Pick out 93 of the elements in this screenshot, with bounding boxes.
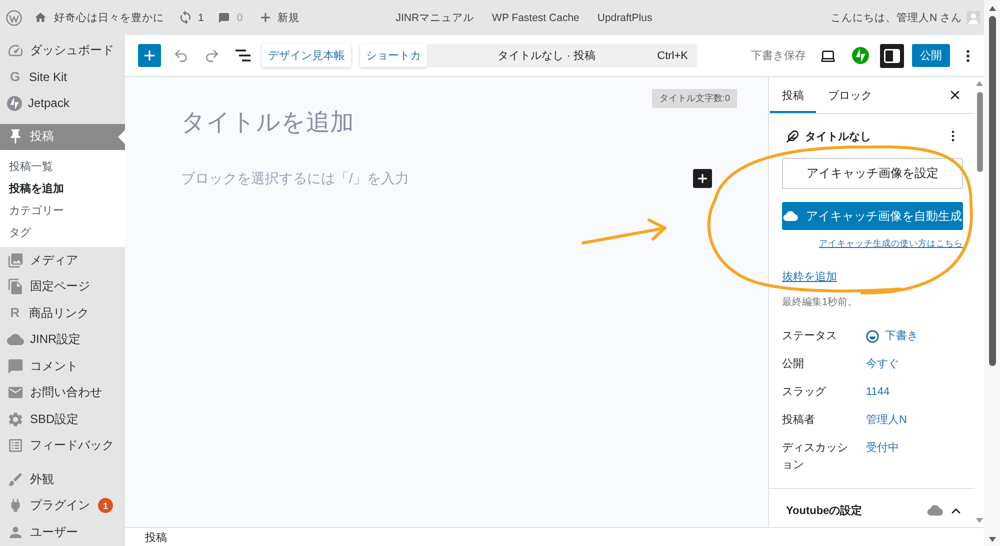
breadcrumb[interactable]: 投稿	[145, 530, 167, 544]
field-label: ディスカッション	[782, 441, 849, 473]
toolbar-button[interactable]: ショートカ	[360, 44, 427, 67]
status-icon	[866, 330, 879, 343]
bolt-circle-icon	[7, 96, 22, 111]
avatar-icon	[967, 11, 980, 24]
sidebar-item[interactable]: SBD設定	[0, 406, 125, 432]
scroll-down-icon[interactable]	[976, 518, 983, 523]
home-icon	[34, 11, 47, 24]
bolt-circle-icon[interactable]	[852, 47, 868, 64]
set-featured-image-button[interactable]: アイキャッチ画像を設定	[782, 158, 963, 189]
field-label: ステータス	[782, 329, 838, 344]
post-title: タイトルなし	[805, 130, 871, 144]
field-value-link[interactable]: 管理人N	[866, 412, 907, 429]
sidebar-item[interactable]: R 商品リンク	[0, 300, 125, 326]
sidebar-item[interactable]: フィードバック	[0, 432, 125, 459]
submenu-item[interactable]: タグ	[0, 221, 125, 243]
block-input-field[interactable]: ブロックを選択するには「/」を入力	[181, 168, 683, 188]
sidebar-item[interactable]: コメント	[0, 353, 125, 380]
logo-icon[interactable]	[6, 10, 22, 26]
admin-bar-link[interactable]: WP Fastest Cache	[492, 10, 580, 24]
cloud-icon	[927, 505, 943, 517]
feather-icon	[786, 130, 799, 142]
field-value-link[interactable]: 下書き	[866, 328, 918, 345]
field-label: 公開	[782, 357, 805, 372]
brush-icon	[7, 470, 24, 488]
submenu-item[interactable]: カテゴリー	[0, 199, 125, 221]
redo-icon[interactable]	[204, 48, 220, 64]
field-value-link[interactable]: 1144	[866, 384, 890, 401]
cloud-icon	[783, 210, 798, 222]
scroll-up-icon[interactable]	[988, 6, 996, 11]
add-block-button[interactable]	[693, 168, 712, 188]
submenu-item[interactable]: 投稿を追加	[0, 177, 125, 199]
plus-icon	[142, 48, 157, 63]
sidebar-item[interactable]: G Site Kit	[0, 64, 125, 90]
toolbar-button[interactable]: デザイン見本帳	[262, 44, 351, 67]
field-value-link[interactable]: 受付中	[866, 440, 899, 457]
laptop-icon[interactable]	[820, 48, 836, 64]
command-bar[interactable]: タイトルなし · 投稿 Ctrl+K	[427, 44, 697, 67]
account-link[interactable]: こんにちは、管理人N さん	[830, 10, 980, 24]
inserter-button[interactable]	[138, 44, 161, 67]
letter-icon: R	[7, 305, 23, 322]
update-count: 1	[98, 498, 113, 514]
sidebar-item[interactable]: お問い合わせ	[0, 380, 125, 406]
sidebar-item[interactable]: Jetpack	[0, 90, 125, 116]
plus-icon	[696, 172, 709, 184]
submenu-item[interactable]: 投稿一覧	[0, 155, 125, 177]
sidebar-item[interactable]: メディア	[0, 247, 125, 274]
sidebar-item[interactable]: ユーザー	[0, 519, 125, 546]
excerpt-link[interactable]: 抜粋を追加	[782, 271, 837, 283]
pages-icon	[7, 278, 24, 296]
letter-icon: G	[7, 68, 23, 85]
sidebar-item[interactable]: JINR設定	[0, 326, 125, 353]
sidebar-panel-icon	[884, 48, 900, 62]
shortcut-label: Ctrl+K	[657, 50, 688, 62]
last-edited-text: 最終編集1秒前。	[782, 297, 858, 309]
comment-icon	[218, 12, 230, 24]
section-title[interactable]: Youtubeの設定	[786, 504, 862, 518]
sidebar-item[interactable]: プラグイン 1	[0, 492, 125, 519]
scrollbar-thumb[interactable]	[976, 92, 982, 172]
auto-generate-button[interactable]: アイキャッチ画像を自動生成	[782, 202, 963, 230]
new-content-link[interactable]: 新規	[258, 10, 300, 24]
close-icon[interactable]	[948, 88, 962, 102]
scrollbar-thumb[interactable]	[988, 16, 996, 366]
scroll-up-icon[interactable]	[976, 81, 983, 86]
panel-tab[interactable]: 投稿	[770, 77, 816, 113]
title-character-count: タイトル文字数:0	[652, 89, 737, 108]
field-label: 投稿者	[782, 413, 816, 428]
document-title: タイトルなし · 投稿	[496, 49, 596, 63]
field-value-link[interactable]: 今すぐ	[866, 356, 899, 373]
admin-bar-link[interactable]: UpdraftPlus	[597, 10, 652, 24]
panel-tab[interactable]: ブロック	[816, 77, 884, 113]
sync-icon	[178, 10, 193, 25]
sidebar-item[interactable]: 固定ページ	[0, 274, 125, 300]
sidebar-item[interactable]: ダッシュボード	[0, 37, 125, 64]
site-name-link[interactable]: 好奇心は日々を豊かに	[34, 10, 164, 24]
list-icon	[7, 437, 24, 454]
settings-toggle-button[interactable]	[880, 44, 904, 68]
plus-icon	[258, 11, 272, 24]
sidebar-item[interactable]: 外観	[0, 466, 125, 492]
media-icon	[7, 252, 24, 269]
scroll-down-icon[interactable]	[988, 537, 996, 542]
publish-button[interactable]: 公開	[912, 44, 950, 67]
field-label: スラッグ	[782, 385, 828, 400]
help-link[interactable]: アイキャッチ生成の使い方はこちら	[819, 238, 963, 249]
save-draft-button[interactable]: 下書き保存	[751, 48, 806, 63]
admin-bar-link[interactable]: JINRマニュアル	[396, 10, 474, 24]
undo-icon[interactable]	[173, 48, 189, 64]
list-view-icon[interactable]	[235, 49, 251, 62]
gear-icon	[7, 410, 24, 428]
updates-link[interactable]: 1	[178, 10, 204, 25]
comment-icon	[7, 358, 24, 375]
title-field[interactable]: タイトルを追加	[181, 108, 737, 138]
